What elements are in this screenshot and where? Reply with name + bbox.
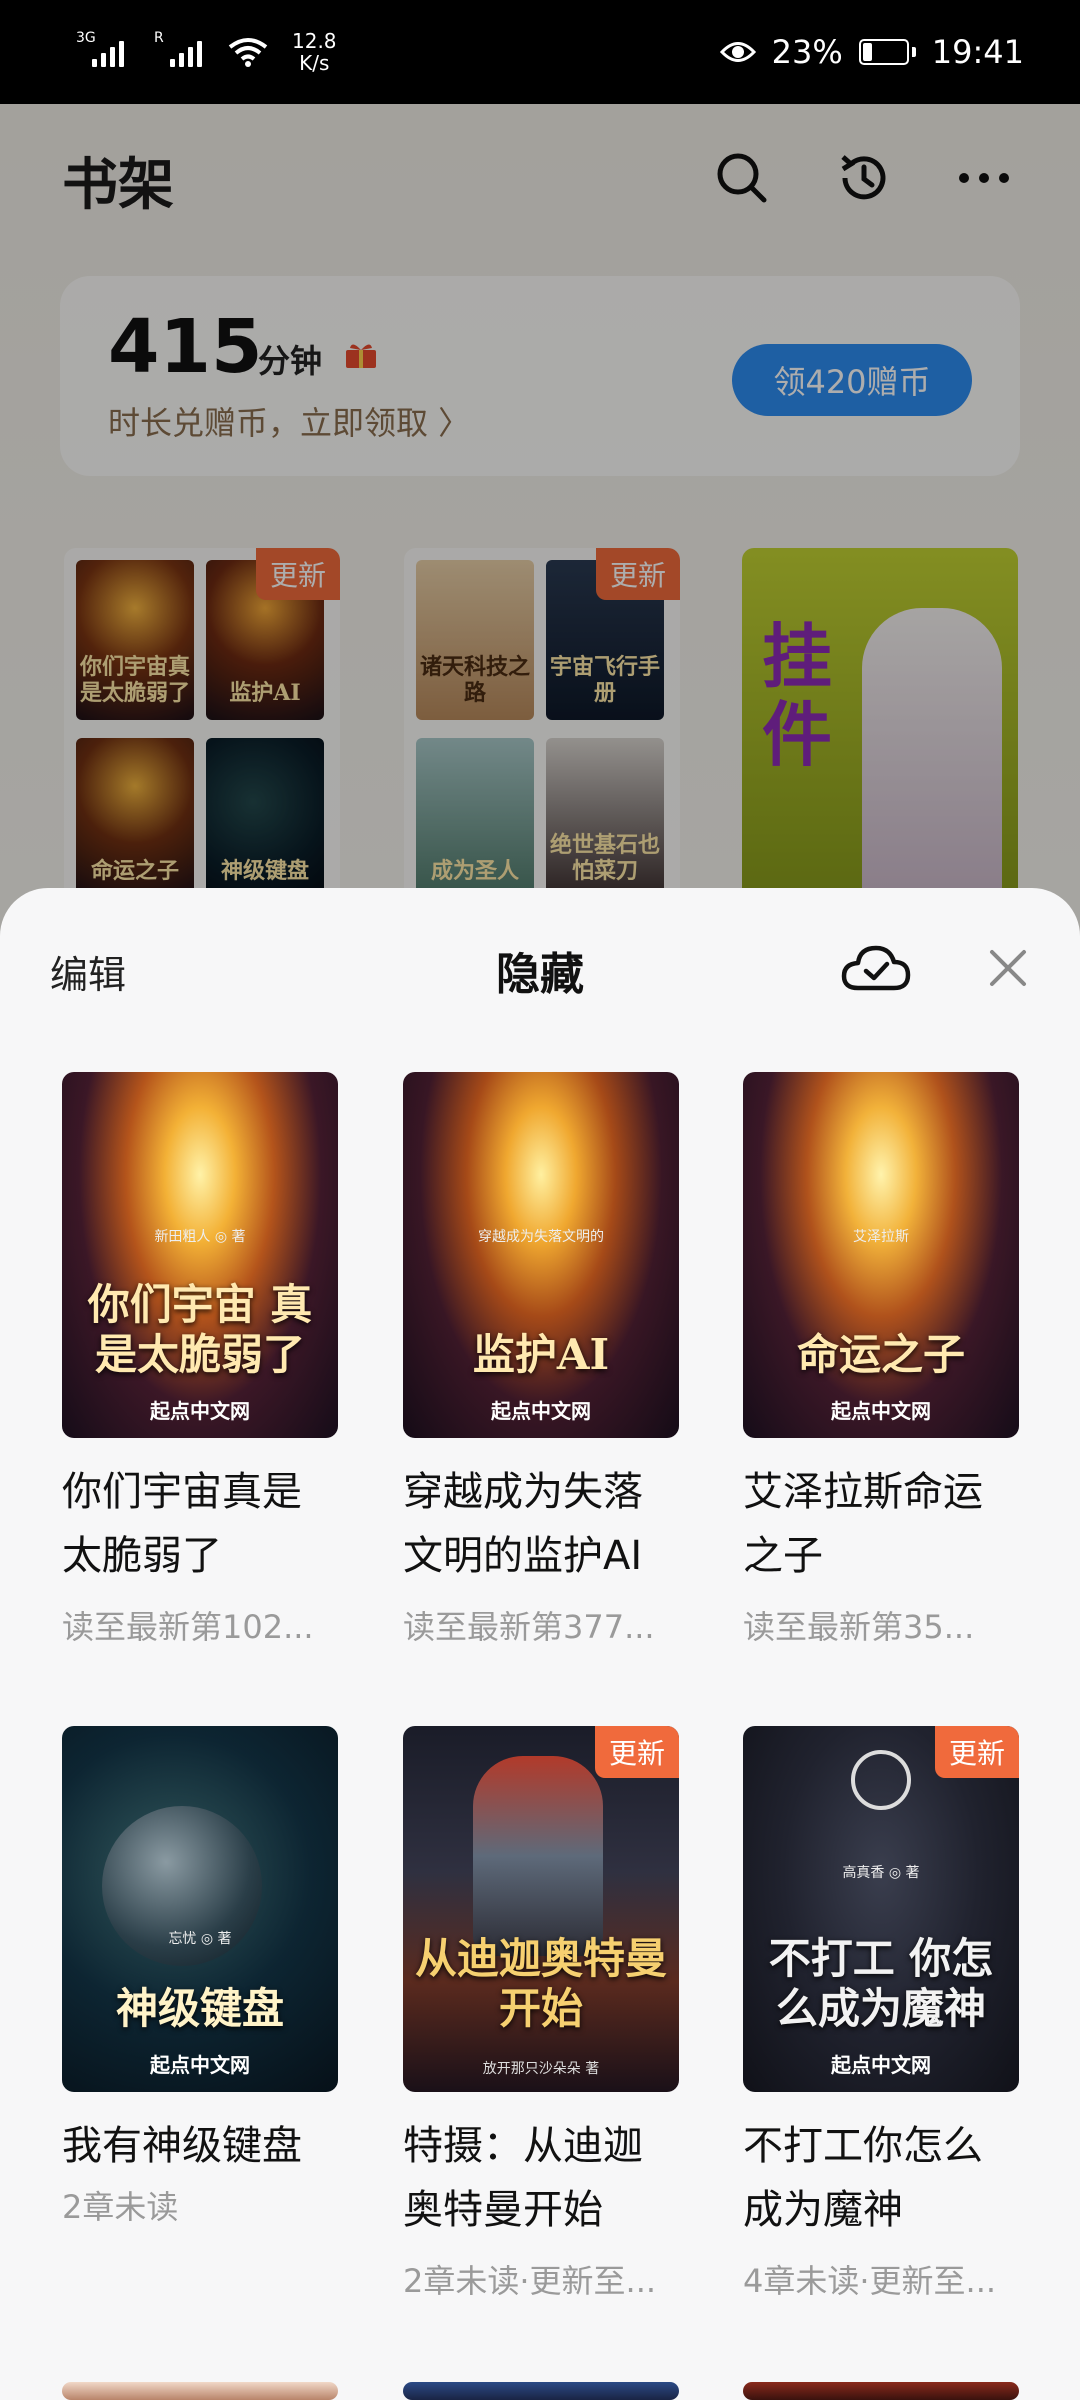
book-title: 不打工你怎么成为魔神: [743, 2123, 983, 2233]
book-item[interactable]: 穿越成为失落文明的 监护AI 起点中文网 穿越成为失落文明的监护AI 读至最新第…: [403, 1072, 679, 1648]
status-right: 23% 19:41: [719, 33, 1024, 71]
publisher-logo: 起点中文网: [831, 1399, 931, 1423]
battery-percent: 23%: [771, 33, 843, 71]
book-cover: [743, 2382, 1019, 2400]
emblem-icon: [851, 1750, 911, 1810]
book-title: 艾泽拉斯命运之子: [743, 1469, 983, 1579]
book-cover: 从迪迦奥特曼 开始 放开那只沙朵朵 著 更新: [403, 1726, 679, 2092]
cover-title: 你们宇宙 真是太脆弱了: [87, 1280, 313, 1379]
status-bar: 3G R 12.8 K/s 23% 19:41: [0, 0, 1080, 104]
book-cover: 高真香 ◎ 著 不打工 你怎么成为魔神 起点中文网 更新: [743, 1726, 1019, 2092]
book-item[interactable]: 新田粗人 ◎ 著 你们宇宙 真是太脆弱了 起点中文网 你们宇宙真是太脆弱了 读至…: [62, 1072, 338, 1648]
book-progress: 读至最新第377...: [403, 1608, 655, 1646]
book-progress: 2章未读: [62, 2188, 179, 2226]
book-item[interactable]: [62, 2382, 338, 2400]
publisher-logo: 起点中文网: [491, 1399, 591, 1423]
eye-comfort-icon: [719, 42, 756, 62]
net-speed-value: 12.8: [292, 29, 337, 53]
cell-signal-2-icon: R: [154, 31, 202, 67]
cover-title: 命运之子: [796, 1330, 965, 1379]
cover-author: 放开那只沙朵朵 著: [482, 2061, 600, 2077]
cover-title: 不打工 你怎么成为魔神: [768, 1934, 994, 2033]
clock: 19:41: [931, 33, 1024, 71]
cover-author: 高真香 ◎ 著: [842, 1865, 920, 1881]
net-speed-unit: K/s: [299, 51, 330, 75]
book-cover: 新田粗人 ◎ 著 你们宇宙 真是太脆弱了 起点中文网: [62, 1072, 338, 1438]
book-progress: 读至最新第102...: [62, 1608, 314, 1646]
book-item[interactable]: 忘忧 ◎ 著 神级键盘 起点中文网 我有神级键盘 2章未读: [62, 1726, 338, 2228]
hidden-books-sheet: 编辑 隐藏 新田粗人 ◎ 著 你们宇宙 真是太脆弱了 起点中文网 你们宇宙真是太…: [0, 888, 1080, 2400]
book-item[interactable]: [743, 2382, 1019, 2400]
battery-icon: [858, 39, 916, 65]
cover-author: 新田粗人 ◎ 著: [154, 1229, 246, 1245]
cover-title: 从迪迦奥特曼 开始: [414, 1934, 667, 2033]
net-speed: 12.8 K/s: [292, 30, 337, 74]
cover-author: 艾泽拉斯: [853, 1229, 909, 1245]
cover-author: 忘忧 ◎ 著: [168, 1931, 232, 1947]
book-title: 穿越成为失落文明的监护AI: [403, 1469, 643, 1579]
book-cover: 忘忧 ◎ 著 神级键盘 起点中文网: [62, 1726, 338, 2092]
signal-tag-2: R: [154, 30, 164, 46]
close-icon[interactable]: [984, 944, 1032, 992]
update-badge: 更新: [934, 1726, 1019, 1778]
publisher-logo: 起点中文网: [150, 1399, 250, 1423]
cover-title: 监护AI: [472, 1330, 610, 1379]
book-progress: 读至最新第35...: [743, 1608, 975, 1646]
sheet-title: 隐藏: [496, 949, 584, 1000]
cover-title: 神级键盘: [115, 1984, 284, 2033]
book-item[interactable]: 高真香 ◎ 著 不打工 你怎么成为魔神 起点中文网 更新 不打工你怎么成为魔神 …: [743, 1726, 1019, 2302]
publisher-logo: 起点中文网: [150, 2053, 250, 2077]
book-item[interactable]: 艾泽拉斯 命运之子 起点中文网 艾泽拉斯命运之子 读至最新第35...: [743, 1072, 1019, 1648]
book-cover: [403, 2382, 679, 2400]
book-title: 我有神级键盘: [62, 2123, 302, 2169]
book-item[interactable]: 从迪迦奥特曼 开始 放开那只沙朵朵 著 更新 特摄：从迪迦奥特曼开始 2章未读·…: [403, 1726, 679, 2302]
wifi-icon: [228, 38, 268, 67]
signal-tag: 3G: [76, 30, 96, 46]
cover-author: 穿越成为失落文明的: [478, 1229, 604, 1245]
cell-signal-icon: 3G: [76, 31, 124, 67]
book-title: 你们宇宙真是太脆弱了: [62, 1469, 302, 1579]
book-progress: 2章未读·更新至...: [403, 2262, 657, 2300]
hero-figure: [473, 1756, 603, 1956]
book-item[interactable]: [403, 2382, 679, 2400]
book-title: 特摄：从迪迦奥特曼开始: [403, 2123, 643, 2233]
cloud-sync-icon[interactable]: [840, 940, 912, 1000]
app-screen: 3G R 12.8 K/s 23% 19:41 书架 415 分钟 时长兑赠币，…: [0, 0, 1080, 2400]
update-badge: 更新: [594, 1726, 679, 1778]
book-cover: 穿越成为失落文明的 监护AI 起点中文网: [403, 1072, 679, 1438]
book-progress: 4章未读·更新至...: [743, 2262, 997, 2300]
status-left: 3G R 12.8 K/s: [76, 30, 337, 74]
book-cover: [62, 2382, 338, 2400]
publisher-logo: 起点中文网: [831, 2053, 931, 2077]
book-cover: 艾泽拉斯 命运之子 起点中文网: [743, 1072, 1019, 1438]
